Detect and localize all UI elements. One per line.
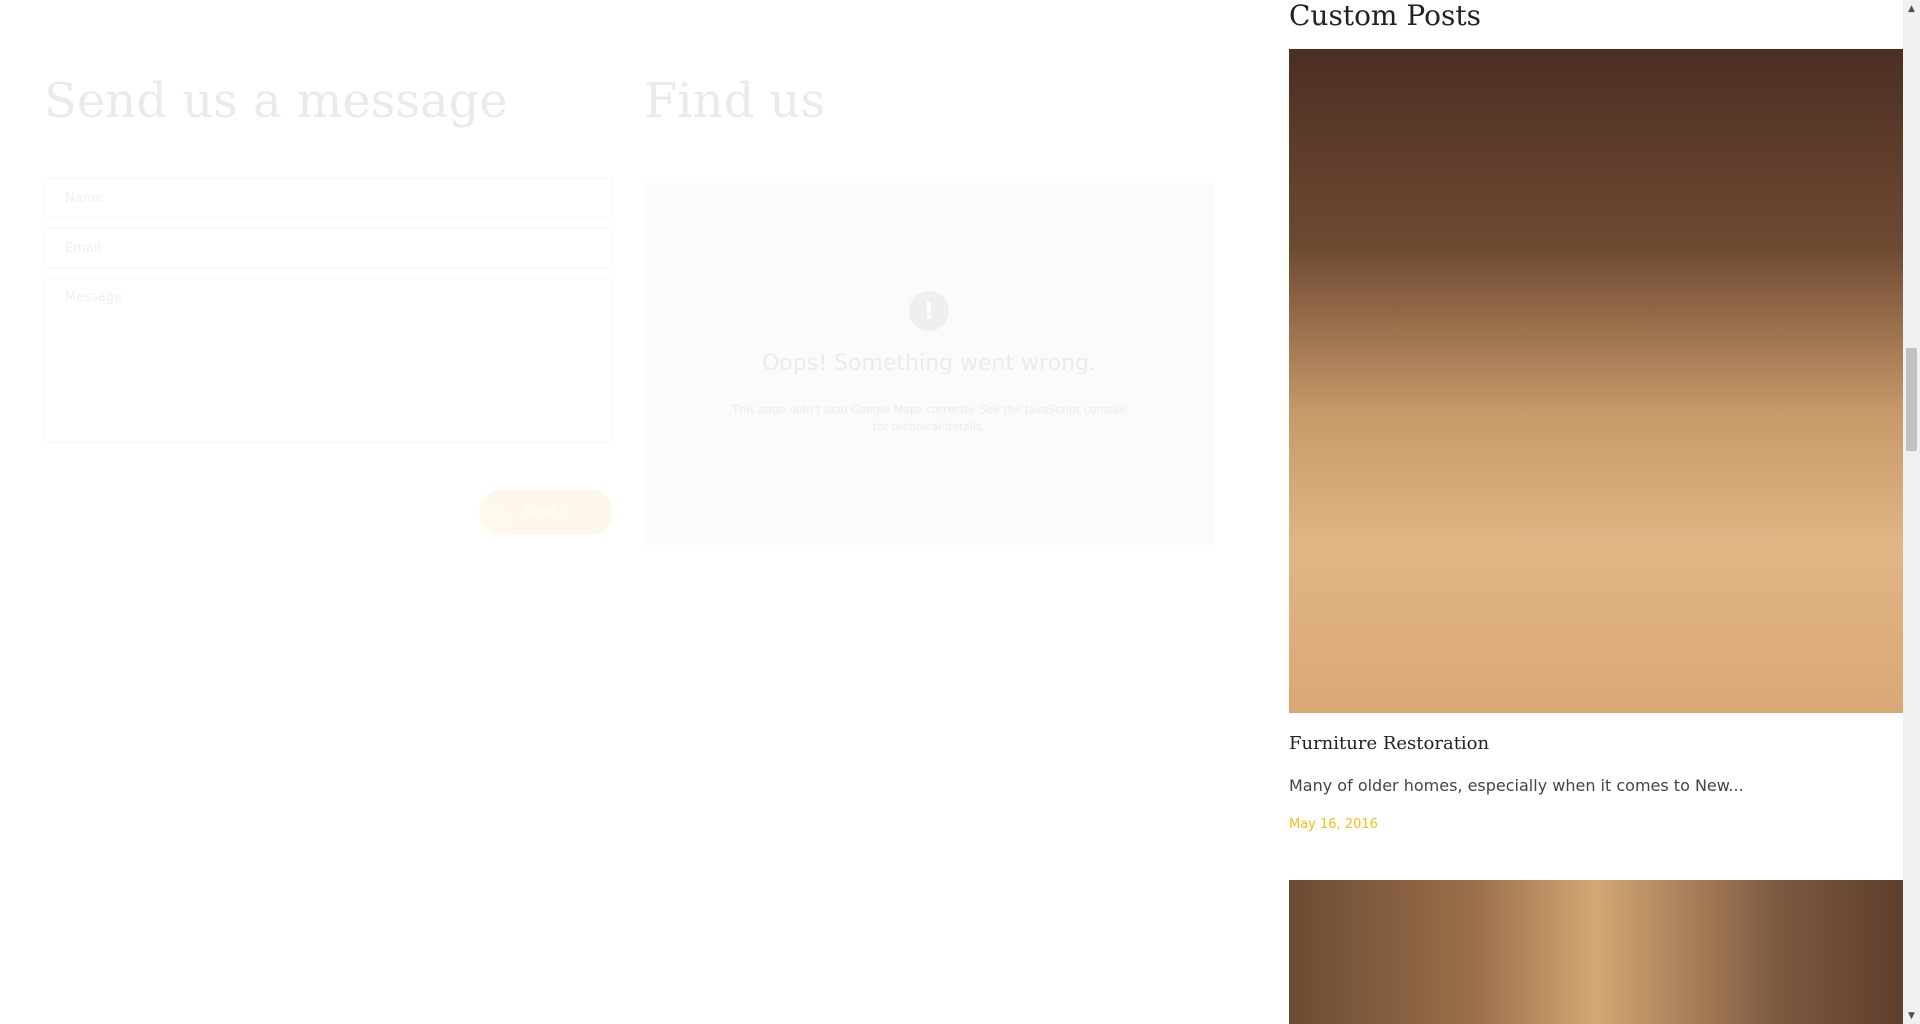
map-container: ! Oops! Something went wrong. This page … (644, 183, 1214, 545)
scroll-up-arrow-icon[interactable]: ▲ (1903, 0, 1920, 17)
email-field[interactable]: Email (44, 228, 613, 268)
map-error-title: Oops! Something went wrong. (762, 351, 1096, 376)
scroll-down-arrow-icon[interactable]: ▼ (1903, 1007, 1920, 1024)
scroll-thumb[interactable] (1906, 348, 1917, 451)
chevron-right-icon: › (562, 505, 568, 520)
map-error-description: This page didn't load Google Maps correc… (732, 403, 1126, 433)
custom-posts-heading: Custom Posts (1289, 0, 1481, 32)
contact-form: Name Email Message Send › (44, 178, 613, 535)
custom-posts-sidebar: Custom Posts Furniture Restoration Many … (1289, 0, 1903, 1024)
post-date: May 16, 2016 (1289, 817, 1378, 832)
send-message-heading: Send us a message (44, 73, 508, 129)
post-image[interactable] (1289, 49, 1903, 713)
send-button[interactable]: Send › (479, 490, 613, 535)
post-title[interactable]: Furniture Restoration (1289, 733, 1489, 754)
post-excerpt: Many of older homes, especially when it … (1289, 776, 1744, 795)
message-field[interactable]: Message (44, 278, 613, 443)
find-us-heading: Find us (644, 73, 826, 129)
post-image[interactable] (1289, 880, 1903, 1024)
name-field[interactable]: Name (44, 178, 613, 218)
send-button-label: Send (524, 505, 557, 520)
scrollbar[interactable]: ▲ ▼ (1903, 0, 1920, 1024)
faded-page-content: Send us a message Find us Name Email Mes… (0, 0, 1285, 1024)
error-icon: ! (909, 291, 949, 331)
